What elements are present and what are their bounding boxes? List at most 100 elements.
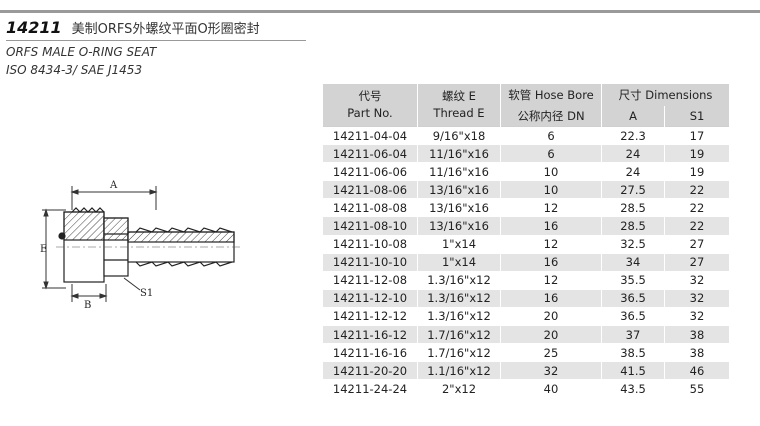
table-row: 14211-06-06 11/16"x16 10 24 19 (323, 162, 730, 182)
cell-s1: 46 (664, 361, 730, 381)
cell-s1: 32 (664, 306, 730, 327)
cell-s1: 27 (664, 234, 730, 254)
cell-s1: 22 (664, 180, 730, 200)
header-dn: 公称内径 DN (500, 106, 602, 127)
table-body: 14211-04-04 9/16"x18 6 22.3 17 14211-06-04 11/… (323, 125, 730, 399)
table-row: 14211-16-16 1.7/16"x12 25 38.5 38 (323, 343, 730, 363)
cell-thread: 1"x14 (417, 234, 501, 254)
cell-part: 14211-10-08 (323, 234, 418, 254)
cell-part: 14211-12-08 (323, 270, 418, 290)
cell-a: 41.5 (601, 361, 665, 381)
cell-thread: 1.7/16"x12 (417, 325, 501, 345)
cell-a: 36.5 (601, 288, 665, 308)
top-rule (0, 10, 760, 13)
cell-dn: 12 (500, 198, 602, 218)
cell-thread: 9/16"x18 (417, 125, 501, 146)
cell-thread: 13/16"x16 (417, 198, 501, 218)
table-row: 14211-16-12 1.7/16"x12 20 37 38 (323, 325, 730, 345)
cell-dn: 10 (500, 162, 602, 182)
header-part-no: 代号 Part No. (323, 84, 418, 127)
cell-a: 22.3 (601, 125, 665, 146)
cell-a: 27.5 (601, 180, 665, 200)
cell-thread: 1.7/16"x12 (417, 343, 501, 363)
header-hose-bore: 软管 Hose Bore (500, 84, 602, 106)
cell-a: 34 (601, 252, 665, 272)
cell-dn: 20 (500, 306, 602, 327)
cell-thread: 11/16"x16 (417, 144, 501, 164)
cell-thread: 13/16"x16 (417, 180, 501, 200)
cell-s1: 22 (664, 198, 730, 218)
cell-part: 14211-08-10 (323, 216, 418, 236)
cell-a: 35.5 (601, 270, 665, 290)
cell-dn: 16 (500, 216, 602, 236)
cell-a: 37 (601, 325, 665, 345)
cell-dn: 40 (500, 379, 602, 399)
cell-part: 14211-08-08 (323, 198, 418, 218)
header-s1: S1 (664, 106, 730, 127)
header-a: A (601, 106, 665, 127)
cell-s1: 27 (664, 252, 730, 272)
cell-part: 14211-12-12 (323, 306, 418, 327)
label-a: A (109, 180, 118, 191)
cell-part: 14211-10-10 (323, 252, 418, 272)
cell-part: 14211-24-24 (323, 379, 418, 399)
cell-s1: 17 (664, 125, 730, 146)
cell-s1: 32 (664, 270, 730, 290)
cell-dn: 12 (500, 234, 602, 254)
cell-thread: 1"x14 (417, 252, 501, 272)
table-row: 14211-04-04 9/16"x18 6 22.3 17 (323, 125, 730, 146)
cell-thread: 13/16"x16 (417, 216, 501, 236)
cell-part: 14211-12-10 (323, 288, 418, 308)
table-row: 14211-08-08 13/16"x16 12 28.5 22 (323, 198, 730, 218)
title-row: 14211 美制ORFS外螺纹平面O形圈密封 (6, 18, 260, 37)
cell-part: 14211-20-20 (323, 361, 418, 381)
title-chinese: 美制ORFS外螺纹平面O形圈密封 (71, 22, 260, 37)
cell-s1: 19 (664, 144, 730, 164)
label-s1: S1 (140, 288, 153, 299)
cell-part: 14211-08-06 (323, 180, 418, 200)
cell-thread: 1.3/16"x12 (417, 270, 501, 290)
cell-s1: 38 (664, 325, 730, 345)
cell-thread: 11/16"x16 (417, 162, 501, 182)
cell-dn: 20 (500, 325, 602, 345)
part-code: 14211 (6, 18, 62, 37)
table-row: 14211-20-20 1.1/16"x12 32 41.5 46 (323, 361, 730, 381)
cell-s1: 19 (664, 162, 730, 182)
cell-part: 14211-16-16 (323, 343, 418, 363)
header-dimensions: 尺寸 Dimensions (601, 84, 730, 106)
spec-table: 代号 Part No. 螺纹 E Thread E 软管 Hose Bore 尺… (323, 84, 730, 399)
table-row: 14211-10-10 1"x14 16 34 27 (323, 252, 730, 272)
cell-a: 36.5 (601, 306, 665, 327)
title-underline (6, 40, 306, 41)
header-thread: 螺纹 E Thread E (417, 84, 501, 127)
cell-dn: 25 (500, 343, 602, 363)
table-row: 14211-24-24 2"x12 40 43.5 55 (323, 379, 730, 399)
cell-a: 24 (601, 162, 665, 182)
cell-part: 14211-06-06 (323, 162, 418, 182)
table-row: 14211-08-06 13/16"x16 10 27.5 22 (323, 180, 730, 200)
cell-thread: 1.3/16"x12 (417, 288, 501, 308)
cell-thread: 2"x12 (417, 379, 501, 399)
label-b: B (84, 300, 91, 311)
cell-dn: 32 (500, 361, 602, 381)
cell-s1: 38 (664, 343, 730, 363)
cell-a: 38.5 (601, 343, 665, 363)
table-row: 14211-12-12 1.3/16"x12 20 36.5 32 (323, 306, 730, 327)
cell-dn: 16 (500, 252, 602, 272)
table-row: 14211-12-10 1.3/16"x12 16 36.5 32 (323, 288, 730, 308)
standard-reference: ISO 8434-3/ SAE J1453 (6, 63, 143, 77)
table-row: 14211-12-08 1.3/16"x12 12 35.5 32 (323, 270, 730, 290)
cell-part: 14211-16-12 (323, 325, 418, 345)
cell-a: 32.5 (601, 234, 665, 254)
subtitle-english: ORFS MALE O-RING SEAT (6, 45, 157, 59)
cell-s1: 22 (664, 216, 730, 236)
header-part-en: Part No. (347, 106, 393, 120)
cell-a: 24 (601, 144, 665, 164)
cell-dn: 16 (500, 288, 602, 308)
fitting-drawing: A E B S1 (40, 180, 242, 311)
cell-dn: 12 (500, 270, 602, 290)
cell-a: 28.5 (601, 216, 665, 236)
cell-dn: 6 (500, 144, 602, 164)
cell-part: 14211-06-04 (323, 144, 418, 164)
cell-thread: 1.3/16"x12 (417, 306, 501, 327)
